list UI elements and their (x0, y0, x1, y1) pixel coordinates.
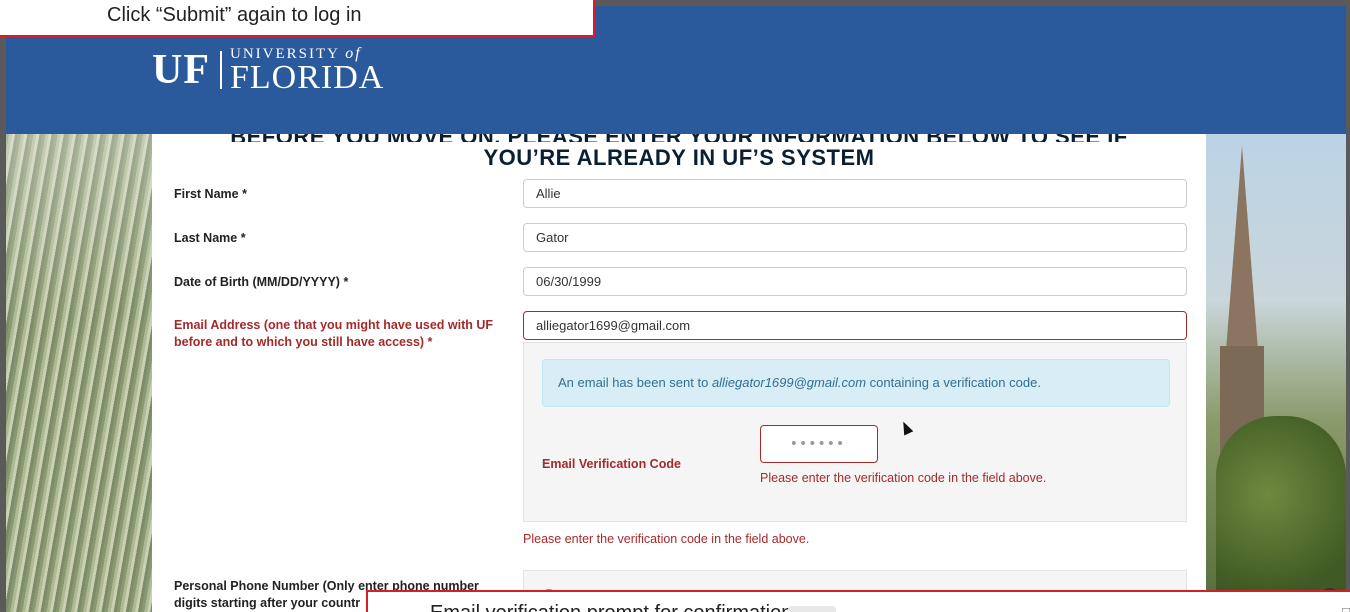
tree (1216, 416, 1346, 612)
first-name-label: First Name * (174, 187, 247, 201)
caption-pill (788, 606, 836, 612)
instruction-overlay: Click “Submit” again to log in (0, 0, 595, 37)
verification-code-label: Email Verification Code (542, 457, 681, 471)
verification-code-help: Please enter the verification code in th… (760, 471, 1047, 485)
alert-suffix: containing a verification code. (866, 375, 1041, 390)
form-heading-partial: BEFORE YOU MOVE ON, PLEASE ENTER YOUR IN… (152, 134, 1206, 142)
logo-uf-text: UF (152, 47, 210, 93)
dob-input[interactable]: 06/30/1999 (523, 267, 1187, 296)
web-page: UF UNIVERSITY of FLORIDA BEFORE YOU MOVE… (6, 6, 1346, 612)
church-spire (1224, 146, 1260, 376)
dob-label: Date of Birth (MM/DD/YYYY) * (174, 275, 349, 289)
form-heading-partial-text: BEFORE YOU MOVE ON, PLEASE ENTER YOUR IN… (152, 134, 1206, 142)
alert-email: alliegator1699@gmail.com (711, 375, 867, 390)
verification-sent-alert: An email has been sent to alliegator1699… (542, 359, 1170, 407)
background-photo-left (6, 134, 152, 612)
email-label: Email Address (one that you might have u… (174, 318, 494, 349)
verification-code-input[interactable]: •••••• (760, 425, 878, 463)
last-name-input[interactable]: Gator (523, 223, 1187, 252)
caption-overlay: Email verification prompt for confirmati… (366, 590, 1350, 612)
email-help-text: Please enter the verification code in th… (523, 532, 810, 546)
verification-panel: An email has been sent to alliegator1699… (523, 342, 1187, 522)
logo-florida: FLORIDA (230, 59, 385, 96)
first-name-input[interactable]: Allie (523, 179, 1187, 208)
caption-text: Email verification prompt for confirmati… (430, 602, 792, 612)
uf-logo[interactable]: UF UNIVERSITY of FLORIDA (152, 46, 385, 96)
form-heading: YOU’RE ALREADY IN UF’S SYSTEM (483, 145, 875, 170)
logo-divider (220, 51, 222, 89)
screen: UF UNIVERSITY of FLORIDA BEFORE YOU MOVE… (0, 0, 1350, 612)
instruction-text: Click “Submit” again to log in (107, 4, 362, 26)
alert-prefix: An email has been sent to (558, 375, 712, 390)
lookup-form: BEFORE YOU MOVE ON, PLEASE ENTER YOUR IN… (152, 134, 1206, 612)
last-name-label: Last Name * (174, 231, 246, 245)
email-input[interactable]: alliegator1699@gmail.com (523, 311, 1187, 340)
close-icon[interactable]: □ (1342, 604, 1350, 612)
logo-wordmark: UNIVERSITY of FLORIDA (230, 46, 385, 96)
